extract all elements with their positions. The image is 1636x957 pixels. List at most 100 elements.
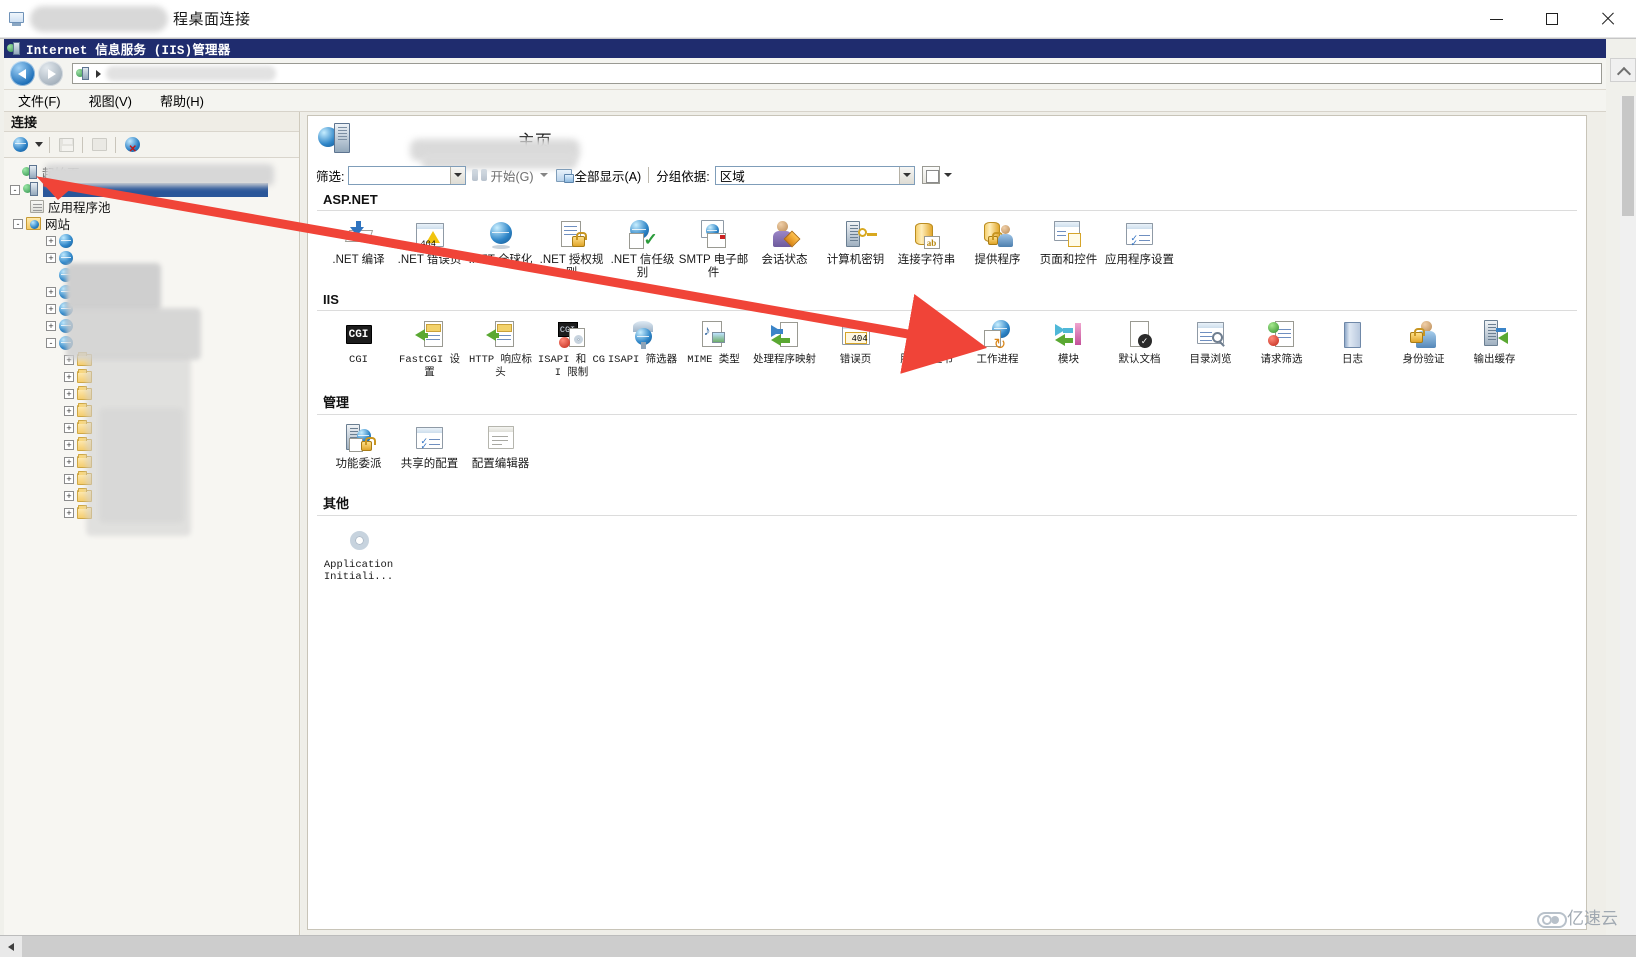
tree-expander[interactable]: + — [64, 423, 74, 433]
chevron-down-icon[interactable] — [540, 173, 548, 177]
tile-configuration-editor[interactable]: 配置编辑器 — [465, 419, 536, 481]
tile-isapi-filters[interactable]: ISAPI 筛选器 — [607, 315, 678, 380]
configuration-editor-icon — [485, 423, 517, 455]
tile-session-state[interactable]: 会话状态 — [749, 215, 820, 280]
tree-expander[interactable]: + — [46, 304, 56, 314]
tile-logging[interactable]: 日志 — [1317, 315, 1388, 380]
tile-net-authorization-rules[interactable]: .NET 授权规则 — [536, 215, 607, 280]
tree-expander[interactable]: + — [46, 321, 56, 331]
tile-grid-iis: CGI CGI — [317, 315, 1577, 380]
connections-header: 连接 — [4, 112, 299, 132]
tree-expander[interactable]: + — [64, 372, 74, 382]
tree-expander[interactable]: - — [46, 338, 56, 348]
page-horizontal-scrollbar[interactable] — [0, 935, 1636, 957]
tile-net-compilation[interactable]: .NET 编译 — [323, 215, 394, 280]
tile-directory-browsing[interactable]: 目录浏览 — [1175, 315, 1246, 380]
group-by-label: 分组依据: — [656, 166, 709, 185]
close-button[interactable] — [1580, 0, 1636, 38]
tile-handler-mappings[interactable]: 处理程序映射 — [749, 315, 820, 380]
connections-tree[interactable]: 起始页 - 应用程序池 - — [4, 158, 299, 928]
tile-fastcgi-settings[interactable]: FastCGI 设置 — [394, 315, 465, 380]
tree-expander[interactable]: + — [64, 508, 74, 518]
tile-net-trust-levels[interactable]: ✓ .NET 信任级别 — [607, 215, 678, 280]
scrollbar-thumb[interactable] — [22, 936, 1612, 957]
group-by-combobox[interactable]: 区域 — [715, 166, 915, 185]
chevron-down-icon[interactable] — [35, 142, 43, 147]
group-by-dropdown-button[interactable] — [899, 167, 914, 184]
tile-smtp-email[interactable]: SMTP 电子邮件 — [678, 215, 749, 280]
maximize-button[interactable] — [1524, 0, 1580, 38]
tile-application-settings[interactable]: ✓ ✓ 应用程序设置 — [1104, 215, 1175, 280]
scrollbar-thumb[interactable] — [1622, 96, 1634, 216]
forward-button[interactable] — [38, 61, 63, 86]
tile-error-pages[interactable]: 404 错误页 — [820, 315, 891, 380]
redacted-region — [99, 408, 184, 523]
toolbar-divider-3 — [115, 137, 116, 153]
tile-net-globalization[interactable]: .NET 全球化 — [465, 215, 536, 280]
mime-types-icon: ♪ — [698, 319, 730, 351]
pages-and-controls-icon — [1053, 219, 1085, 251]
tile-pages-and-controls[interactable]: 页面和控件 — [1033, 215, 1104, 280]
arrow-left-icon — [18, 69, 26, 79]
tile-request-filtering[interactable]: 请求筛选 — [1246, 315, 1317, 380]
site-icon — [59, 234, 73, 248]
menu-item-view[interactable]: 视图(V) — [89, 91, 132, 110]
tree-node-site[interactable]: + — [4, 232, 299, 249]
view-mode-button[interactable] — [922, 166, 940, 184]
tile-net-error-pages[interactable]: 404 .NET 错误页 — [394, 215, 465, 280]
tree-expander[interactable]: + — [46, 236, 56, 246]
tree-node-sites[interactable]: - 网站 — [4, 215, 299, 232]
tile-mime-types[interactable]: ♪ MIME 类型 — [678, 315, 749, 380]
error-pages-icon: 404 — [840, 319, 872, 351]
back-button[interactable] — [10, 61, 35, 86]
scroll-left-button[interactable] — [0, 936, 22, 957]
scroll-up-button[interactable] — [1610, 58, 1636, 82]
tile-application-initialization[interactable]: Application Initiali... — [323, 520, 394, 583]
folder-button[interactable] — [89, 135, 109, 155]
tile-label: 默认文档 — [1119, 354, 1161, 367]
filter-input[interactable] — [349, 168, 449, 183]
menu-item-help[interactable]: 帮助(H) — [160, 91, 204, 110]
tree-expander[interactable]: + — [64, 406, 74, 416]
tree-expander[interactable]: + — [64, 491, 74, 501]
tile-server-certificates[interactable]: 服务器证书 — [891, 315, 962, 380]
window-vertical-scrollbar[interactable] — [1620, 96, 1636, 956]
tree-expander[interactable]: + — [46, 253, 56, 263]
tile-feature-delegation[interactable]: 功能委派 — [323, 419, 394, 481]
tile-providers[interactable]: 提供程序 — [962, 215, 1033, 280]
tile-cgi[interactable]: CGI CGI — [323, 315, 394, 380]
connect-globe-button[interactable] — [10, 135, 30, 155]
tile-connection-strings[interactable]: ab 连接字符串 — [891, 215, 962, 280]
tile-label: FastCGI 设置 — [394, 354, 465, 380]
menu-item-file[interactable]: 文件(F) — [18, 91, 61, 110]
tile-worker-processes[interactable]: ↻ 工作进程 — [962, 315, 1033, 380]
tree-expander-sites[interactable]: - — [13, 219, 23, 229]
tile-machine-key[interactable]: 计算机密钥 — [820, 215, 891, 280]
tree-expander[interactable]: + — [64, 457, 74, 467]
disconnect-button[interactable] — [122, 135, 142, 155]
tree-expander[interactable]: + — [46, 287, 56, 297]
breadcrumb-address-field[interactable] — [72, 63, 1602, 84]
connections-panel: 连接 起始页 — [4, 112, 300, 935]
tree-expander[interactable]: + — [64, 440, 74, 450]
show-all-button[interactable]: 全部显示(A) — [556, 166, 642, 185]
tile-shared-configuration[interactable]: ✓ ✓ 共享的配置 — [394, 419, 465, 481]
filter-combobox[interactable] — [348, 166, 466, 185]
tile-http-response-headers[interactable]: HTTP 响应标头 — [465, 315, 536, 380]
section-iis: IIS CGI CGI — [317, 288, 1577, 380]
filter-dropdown-button[interactable] — [450, 167, 465, 184]
chevron-down-icon[interactable] — [944, 173, 952, 177]
tree-expander[interactable]: + — [64, 474, 74, 484]
tile-output-caching[interactable]: 输出缓存 — [1459, 315, 1530, 380]
tree-node-app-pools[interactable]: 应用程序池 — [4, 198, 299, 215]
tree-expander-server[interactable]: - — [10, 185, 20, 195]
tile-authentication[interactable]: 身份验证 — [1388, 315, 1459, 380]
tree-expander[interactable]: + — [64, 389, 74, 399]
minimize-button[interactable] — [1468, 0, 1524, 38]
save-button[interactable] — [56, 135, 76, 155]
tile-label: Application Initiali... — [323, 559, 394, 583]
tile-isapi-cgi-restrictions[interactable]: CGI ISAPI 和 CGI 限制 — [536, 315, 607, 380]
tile-default-document[interactable]: ✓ 默认文档 — [1104, 315, 1175, 380]
tile-modules[interactable]: 模块 — [1033, 315, 1104, 380]
tile-label: 应用程序设置 — [1105, 254, 1174, 267]
